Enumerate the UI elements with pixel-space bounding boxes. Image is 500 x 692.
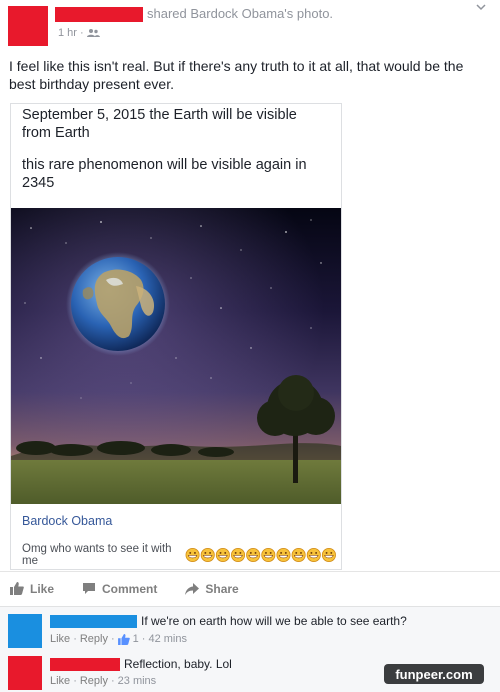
grin-emoji-icons xyxy=(185,547,336,563)
like-label: Like xyxy=(30,581,55,596)
poster-name-redacted[interactable] xyxy=(55,7,143,22)
grin-emoji-icon xyxy=(261,547,276,563)
separator-dot: · xyxy=(110,675,115,687)
shared-text: shared Bardock Obama's photo. xyxy=(147,6,334,21)
commenter-avatar-redacted[interactable] xyxy=(8,614,42,648)
comment-text: Reflection, baby. Lol xyxy=(124,657,232,671)
separator-dot: · xyxy=(79,27,84,39)
chevron-down-icon[interactable] xyxy=(476,4,486,11)
comment-like-link[interactable]: Like xyxy=(50,633,70,645)
grin-emoji-icon xyxy=(276,547,291,563)
post: shared Bardock Obama's photo. 1 hr · I f… xyxy=(0,0,500,606)
comment-like-count[interactable]: 1 xyxy=(133,633,139,645)
share-button[interactable]: Share xyxy=(185,581,239,596)
grin-emoji-icon xyxy=(321,547,336,563)
separator-dot: · xyxy=(73,675,77,687)
photo-caption: Omg who wants to see it with me xyxy=(22,543,341,567)
grin-emoji-icon xyxy=(306,547,321,563)
photo-caption-text: Omg who wants to see it with me xyxy=(22,543,172,567)
comment-button[interactable]: Comment xyxy=(82,582,157,596)
separator-dot: · xyxy=(110,633,115,645)
comment-meta: Like · Reply · 1 · 42 mins xyxy=(50,633,187,645)
commenter-name-redacted[interactable] xyxy=(50,658,120,671)
commenter-name-redacted[interactable] xyxy=(50,615,137,628)
grin-emoji-icon xyxy=(291,547,306,563)
separator-dot: · xyxy=(141,633,146,645)
earth-night-sky-photo[interactable] xyxy=(11,208,341,504)
comment-time[interactable]: 23 mins xyxy=(118,675,157,687)
post-meta: 1 hr · xyxy=(58,27,100,39)
post-actions: Like Comment Share xyxy=(0,571,500,605)
photo-text-line1: September 5, 2015 the Earth will be visi… xyxy=(22,107,297,141)
separator-dot: · xyxy=(73,633,77,645)
post-text: I feel like this isn't real. But if ther… xyxy=(9,58,464,92)
grin-emoji-icon xyxy=(215,547,230,563)
comments-section: If we're on earth how will we be able to… xyxy=(0,606,500,692)
like-button[interactable]: Like xyxy=(10,582,54,596)
comment-icon xyxy=(83,583,96,594)
earth-photo-illustration xyxy=(11,208,341,504)
comment-reply-link[interactable]: Reply xyxy=(80,633,108,645)
comment-meta: Like · Reply · 23 mins xyxy=(50,675,156,687)
photo-text: September 5, 2015 the Earth will be visi… xyxy=(22,106,322,206)
share-label: Share xyxy=(205,581,239,596)
comment-time[interactable]: 42 mins xyxy=(148,633,187,645)
share-arrow-icon xyxy=(185,582,200,595)
thumbs-up-icon xyxy=(117,633,130,645)
comment-label: Comment xyxy=(102,581,158,596)
photo-owner-name[interactable]: Bardock Obama xyxy=(22,514,112,528)
thumbs-up-icon xyxy=(10,582,24,595)
photo-text-line2: this rare phenomenon will be visible aga… xyxy=(22,157,307,191)
grin-emoji-icon xyxy=(245,547,260,563)
grin-emoji-icon xyxy=(200,547,215,563)
commenter-avatar-redacted[interactable] xyxy=(8,656,42,690)
shared-photo-card[interactable]: September 5, 2015 the Earth will be visi… xyxy=(10,103,342,570)
poster-avatar-redacted[interactable] xyxy=(8,6,48,46)
watermark: funpeer.com xyxy=(384,664,484,684)
post-time[interactable]: 1 hr xyxy=(58,27,77,39)
comment-text: If we're on earth how will we be able to… xyxy=(141,614,407,628)
grin-emoji-icon xyxy=(230,547,245,563)
comment-like-link[interactable]: Like xyxy=(50,675,70,687)
grin-emoji-icon xyxy=(185,547,200,563)
comment-reply-link[interactable]: Reply xyxy=(80,675,108,687)
friends-icon[interactable] xyxy=(86,28,100,38)
